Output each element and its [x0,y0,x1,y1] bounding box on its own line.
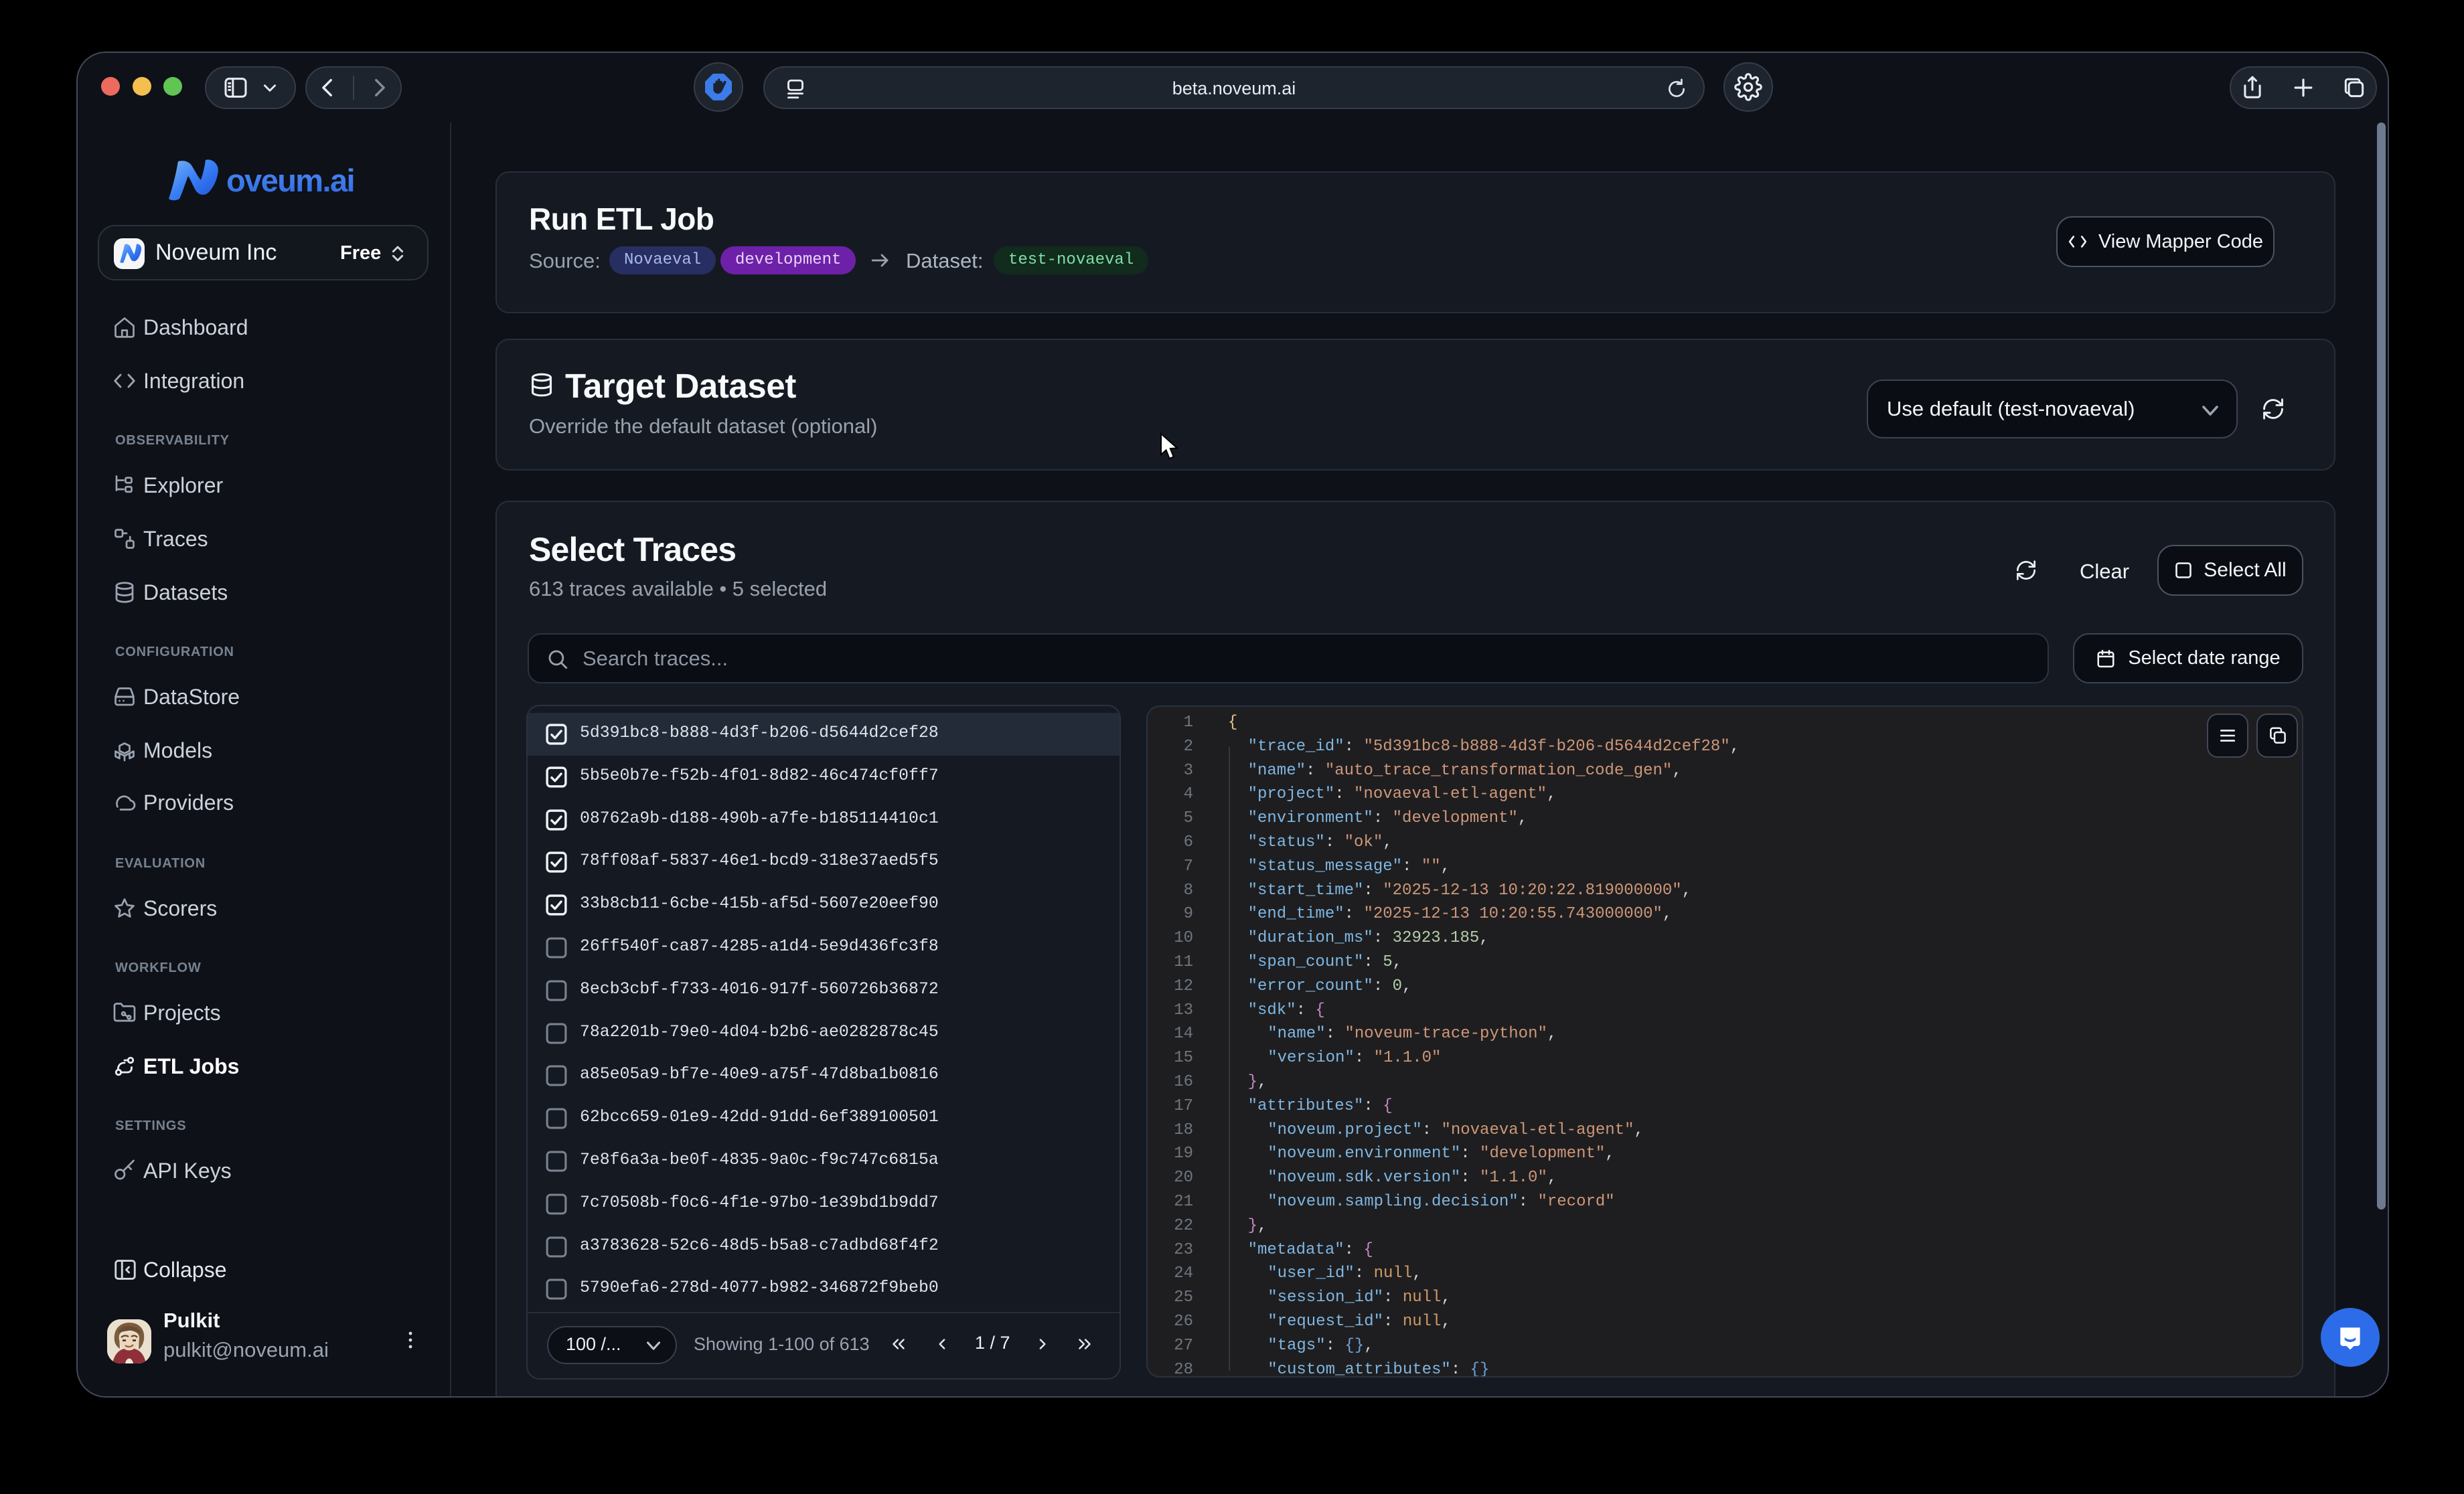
svg-text:oveum.ai: oveum.ai [226,163,354,198]
